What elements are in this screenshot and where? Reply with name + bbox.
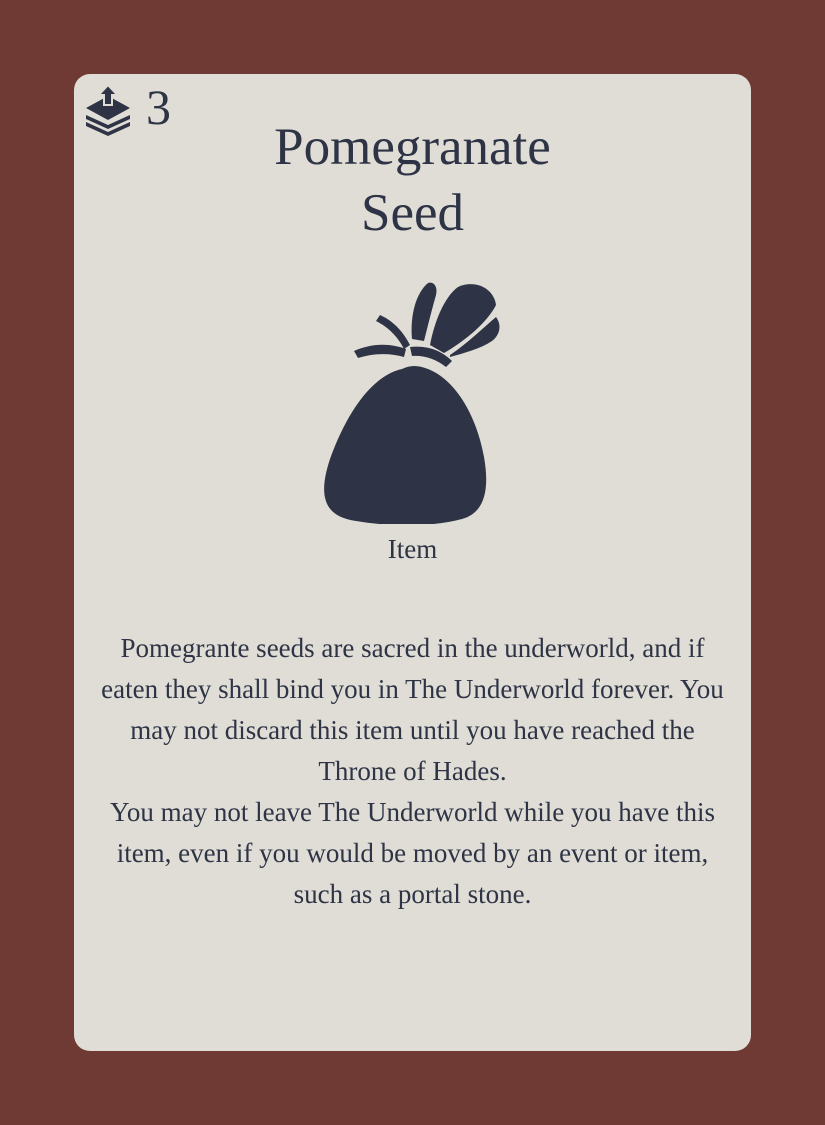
card-description-paragraph-1: Pomegrante seeds are sacred in the under… [101, 633, 724, 786]
sack-icon [324, 282, 500, 524]
card-title-line-1: Pomegranate [274, 118, 551, 176]
card-description: Pomegrante seeds are sacred in the under… [94, 628, 731, 915]
card-description-paragraph-2: You may not leave The Underworld while y… [110, 797, 715, 909]
game-card[interactable]: 3 Pomegranate Seed Item Pomegrante seeds… [74, 74, 751, 1051]
card-type: Item [387, 534, 438, 564]
card-title: Pomegranate Seed [74, 114, 751, 246]
card-title-line-2: Seed [360, 184, 465, 242]
